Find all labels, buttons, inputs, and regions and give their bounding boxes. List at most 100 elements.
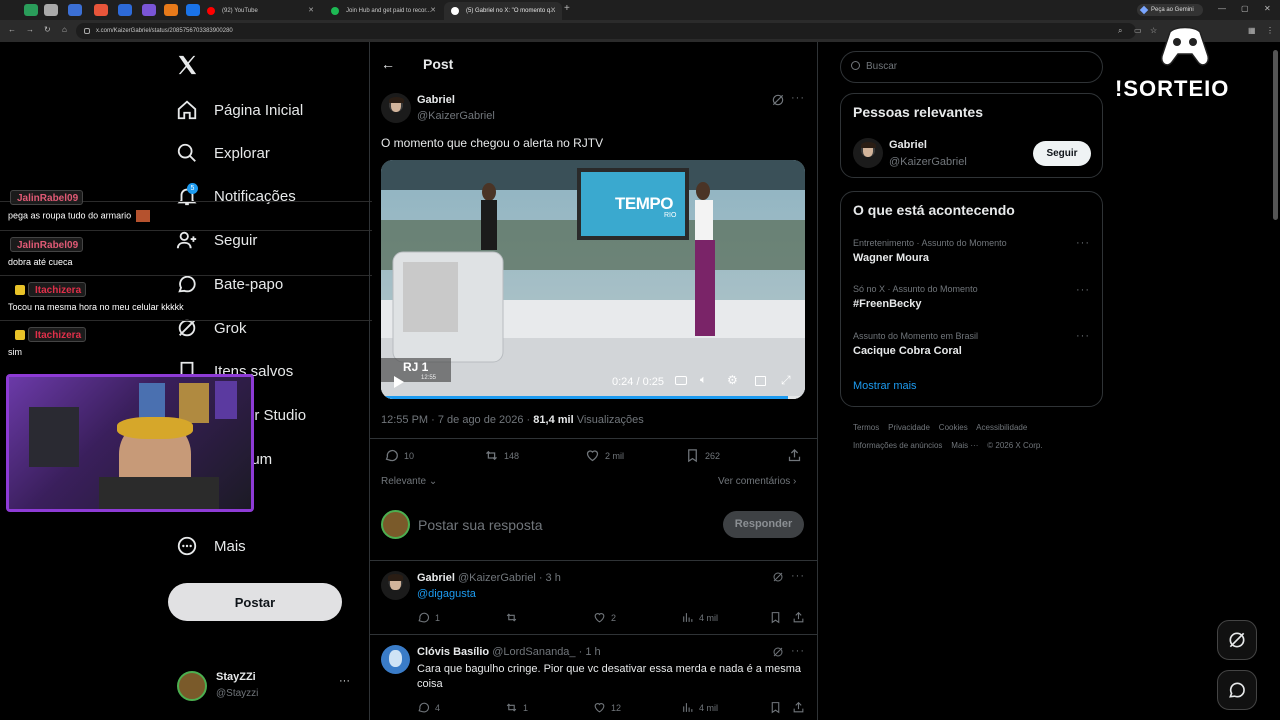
pinned-tab[interactable]	[186, 4, 200, 16]
reply-share-stat[interactable]	[792, 701, 805, 714]
trend-more-icon[interactable]: ···	[1076, 330, 1090, 342]
reply-comment-stat[interactable]: 1	[417, 611, 440, 624]
reply-author-name[interactable]: Clóvis Basílio	[417, 646, 489, 658]
show-more-link[interactable]: Mostrar mais	[853, 380, 917, 392]
trend-title[interactable]: Cacique Cobra Coral	[853, 345, 962, 357]
settings-icon[interactable]: ⚙︎	[727, 373, 738, 387]
nav-item-home[interactable]: Página Inicial	[176, 95, 303, 125]
bookmark-stat[interactable]: 262	[685, 448, 720, 463]
reply-author-handle[interactable]: @LordSananda_ · 1 h	[492, 646, 600, 658]
play-icon[interactable]	[393, 376, 404, 388]
sort-dropdown[interactable]: Relevante ⌄	[381, 476, 437, 487]
follow-button[interactable]: Seguir	[1033, 141, 1091, 166]
reply-bookmark-stat[interactable]	[769, 701, 782, 714]
extensions-icon[interactable]: ▦	[1248, 26, 1256, 35]
home-browser-icon[interactable]: ⌂	[62, 25, 67, 34]
reply-share-stat[interactable]	[792, 611, 805, 624]
menu-icon[interactable]: ⋮	[1266, 26, 1274, 35]
close-tab-icon[interactable]: ✕	[308, 2, 314, 20]
grok-icon[interactable]	[771, 93, 785, 107]
author-name[interactable]: Gabriel	[417, 94, 455, 106]
back-arrow-icon[interactable]: ←	[8, 25, 16, 34]
x-logo-icon[interactable]	[176, 54, 198, 76]
relevant-handle[interactable]: @KaizerGabriel	[889, 156, 967, 168]
nav-item-studio[interactable]: or Studio	[246, 400, 306, 430]
zoom-icon[interactable]: ⌕	[1118, 26, 1122, 36]
new-tab-button[interactable]: +	[564, 3, 570, 14]
footer-links[interactable]: Informações de anúncios Mais ··· © 2026 …	[853, 441, 1043, 450]
volume-icon[interactable]: 🔈︎	[700, 374, 707, 387]
reply-more-icon[interactable]: ···	[791, 645, 805, 657]
back-arrow-icon[interactable]: ←	[381, 56, 395, 72]
url-input[interactable]: x.com/KaizerGabriel/status/2085756703383…	[76, 23, 1136, 39]
reply-author-avatar[interactable]	[381, 571, 410, 600]
tab-hub[interactable]: Join Hub and get paid to recor... ✕	[324, 2, 442, 20]
pip-icon[interactable]	[755, 376, 766, 386]
reply-text[interactable]: @digagusta	[417, 588, 476, 600]
author-avatar[interactable]	[381, 93, 411, 123]
scrollbar[interactable]	[1273, 50, 1278, 220]
reply-author-handle[interactable]: @KaizerGabriel · 3 h	[458, 572, 561, 584]
pinned-tab[interactable]	[142, 4, 156, 16]
relevant-name[interactable]: Gabriel	[889, 139, 927, 151]
search-input[interactable]: Buscar	[840, 51, 1103, 83]
post-button[interactable]: Postar	[168, 583, 342, 621]
nav-item-more[interactable]: Mais	[176, 531, 246, 561]
trend-title[interactable]: Wagner Moura	[853, 252, 929, 264]
pinned-tab[interactable]	[164, 4, 178, 16]
reply-like-stat[interactable]: 2	[593, 611, 616, 624]
trend-more-icon[interactable]: ···	[1076, 237, 1090, 249]
like-stat[interactable]: 2 mil	[585, 448, 624, 463]
video-player[interactable]: TEMPO RIO RJ 1 12:55 0:24 / 0:25 🔈︎ ⚙︎ ⤢	[381, 160, 805, 399]
minimize-button[interactable]: —	[1218, 4, 1226, 13]
reply-views-stat[interactable]: 4 mil	[681, 611, 718, 624]
messages-float-button[interactable]	[1217, 670, 1257, 710]
reply-input[interactable]: Postar sua resposta	[418, 517, 543, 533]
reply-comment-stat[interactable]: 4	[417, 701, 440, 714]
tab-active-x[interactable]: (5) Gabriel no X: "O momento q... ✕	[444, 2, 562, 20]
trend-title[interactable]: #FreenBecky	[853, 298, 922, 310]
forward-arrow-icon[interactable]: →	[26, 25, 34, 34]
nav-item-grok[interactable]: Grok	[176, 313, 247, 343]
trend-more-icon[interactable]: ···	[1076, 284, 1090, 296]
reply-bookmark-stat[interactable]	[769, 611, 782, 624]
relevant-avatar[interactable]	[853, 138, 883, 168]
nav-item-explore[interactable]: Explorar	[176, 138, 270, 168]
account-more-icon[interactable]: ···	[339, 675, 350, 687]
reply-like-stat[interactable]: 12	[593, 701, 621, 714]
comments-link[interactable]: Ver comentários ›	[718, 476, 796, 487]
post-more-icon[interactable]: ···	[791, 92, 805, 104]
reply-stat[interactable]: 10	[384, 448, 414, 463]
reply-more-icon[interactable]: ···	[791, 570, 805, 582]
grok-float-button[interactable]	[1217, 620, 1257, 660]
close-tab-icon[interactable]: ✕	[430, 2, 436, 20]
repost-stat[interactable]: 148	[484, 448, 519, 463]
grok-icon[interactable]	[772, 646, 784, 658]
author-handle[interactable]: @KaizerGabriel	[417, 110, 495, 122]
site-info-icon[interactable]	[84, 28, 90, 34]
reload-icon[interactable]: ↻	[44, 25, 51, 34]
reply-author-avatar[interactable]	[381, 645, 410, 674]
pinned-tab[interactable]	[68, 4, 82, 16]
pinned-tab[interactable]	[94, 4, 108, 16]
reply-button[interactable]: Responder	[723, 511, 804, 538]
tab-youtube[interactable]: (92) YouTube ✕	[200, 2, 320, 20]
reply-repost-stat[interactable]: 1	[505, 701, 528, 714]
reply-repost-stat[interactable]	[505, 611, 523, 624]
nav-item-chat[interactable]: Bate-papo	[176, 269, 283, 299]
maximize-button[interactable]: ▢	[1241, 4, 1249, 13]
pinned-tab[interactable]	[44, 4, 58, 16]
grok-icon[interactable]	[772, 571, 784, 583]
cast-icon[interactable]: ▭	[1134, 26, 1142, 35]
pinned-tab[interactable]	[24, 4, 38, 16]
reply-author-name[interactable]: Gabriel	[417, 572, 455, 584]
account-switcher[interactable]: StayZZi @Stayzzi ···	[175, 669, 355, 705]
gemini-button[interactable]: Peça ao Gemini	[1137, 4, 1203, 16]
close-window-button[interactable]: ✕	[1264, 4, 1271, 13]
footer-links[interactable]: Termos Privacidade Cookies Acessibilidad…	[853, 423, 1027, 432]
reply-views-stat[interactable]: 4 mil	[681, 701, 718, 714]
close-tab-icon[interactable]: ✕	[550, 2, 556, 20]
pinned-tab[interactable]	[118, 4, 132, 16]
star-icon[interactable]: ☆	[1150, 26, 1157, 35]
captions-icon[interactable]	[675, 376, 687, 385]
